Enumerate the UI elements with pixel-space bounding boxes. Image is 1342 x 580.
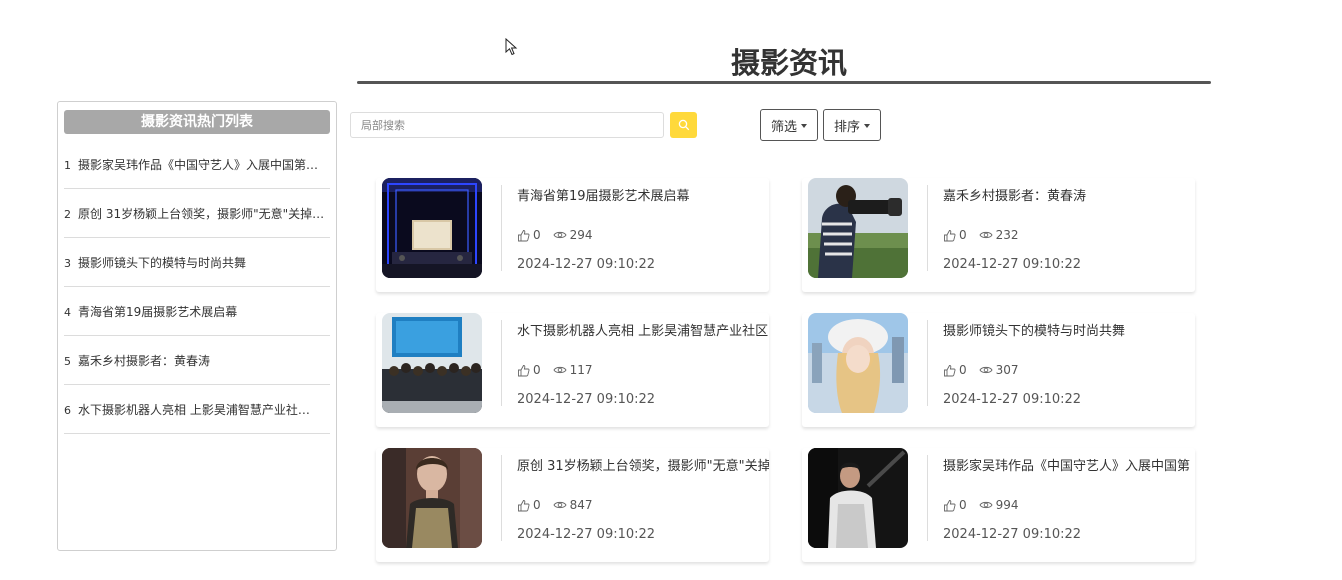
hot-list-rank: 4 (64, 306, 71, 319)
hot-list: 1 摄影家吴玮作品《中国守艺人》入展中国第… 2 原创 31岁杨颖上台领奖，摄影… (64, 140, 330, 434)
thumbs-up-icon (518, 364, 530, 376)
thumbs-up-icon (518, 229, 530, 241)
news-title[interactable]: 原创 31岁杨颖上台领奖，摄影师"无意"关掉 (517, 455, 769, 474)
view-count: 232 (995, 228, 1019, 242)
news-date: 2024-12-27 09:10:22 (517, 527, 656, 542)
card-divider (927, 320, 928, 406)
eye-icon (979, 501, 993, 509)
news-thumbnail[interactable] (382, 448, 482, 548)
view-count: 294 (569, 228, 593, 242)
hot-list-rank: 1 (64, 159, 71, 172)
hot-list-rank: 3 (64, 257, 71, 270)
hot-list-label: 摄影家吴玮作品《中国守艺人》入展中国第… (78, 157, 319, 172)
hot-list-sidebar: 摄影资讯热门列表 1 摄影家吴玮作品《中国守艺人》入展中国第… 2 原创 31岁… (57, 101, 337, 551)
news-thumbnail[interactable] (382, 313, 482, 413)
news-thumbnail[interactable] (382, 178, 482, 278)
view-count: 117 (569, 363, 593, 377)
sort-label: 排序 (833, 119, 860, 135)
like-count: 0 (959, 363, 967, 377)
news-title[interactable]: 青海省第19届摄影艺术展启幕 (517, 185, 769, 204)
thumbs-up-icon (944, 499, 956, 511)
news-date: 2024-12-27 09:10:22 (517, 392, 656, 407)
title-underline (357, 81, 1211, 84)
news-date: 2024-12-27 09:10:22 (943, 392, 1082, 407)
hot-list-item[interactable]: 4 青海省第19届摄影艺术展启幕 (64, 287, 330, 336)
hot-list-rank: 5 (64, 355, 71, 368)
view-count: 307 (995, 363, 1019, 377)
news-stats: 0 117 (517, 363, 593, 377)
news-card[interactable]: 水下摄影机器人亮相 上影昊浦智慧产业社区 0 117 2024-12-27 09… (376, 313, 769, 427)
news-date: 2024-12-27 09:10:22 (943, 527, 1082, 542)
hot-list-label: 摄影师镜头下的模特与时尚共舞 (78, 255, 247, 270)
news-card[interactable]: 原创 31岁杨颖上台领奖，摄影师"无意"关掉 0 847 2024-12-27 … (376, 448, 769, 562)
hot-list-rank: 6 (64, 404, 71, 417)
news-stats: 0 307 (943, 363, 1019, 377)
card-divider (927, 185, 928, 271)
news-thumbnail[interactable] (808, 448, 908, 548)
hot-list-item[interactable]: 5 嘉禾乡村摄影者：黄春涛 (64, 336, 330, 385)
news-title[interactable]: 摄影家吴玮作品《中国守艺人》入展中国第 (943, 455, 1195, 474)
news-card[interactable]: 嘉禾乡村摄影者：黄春涛 0 232 2024-12-27 09:10:22 (802, 178, 1195, 292)
page-title: 摄影资讯 (730, 46, 847, 80)
eye-icon (979, 231, 993, 239)
search-icon (678, 119, 689, 131)
news-stats: 0 294 (517, 228, 593, 242)
news-title[interactable]: 水下摄影机器人亮相 上影昊浦智慧产业社区 (517, 320, 769, 339)
thumbs-up-icon (518, 499, 530, 511)
filter-dropdown-button[interactable]: 筛选 (760, 109, 818, 141)
thumbs-up-icon (944, 229, 956, 241)
sidebar-header: 摄影资讯热门列表 (64, 110, 330, 134)
news-card[interactable]: 摄影师镜头下的模特与时尚共舞 0 307 2024-12-27 09:10:22 (802, 313, 1195, 427)
news-date: 2024-12-27 09:10:22 (943, 257, 1082, 272)
view-count: 847 (569, 498, 593, 512)
hot-list-rank: 2 (64, 208, 71, 221)
card-divider (501, 455, 502, 541)
eye-icon (553, 366, 567, 374)
card-divider (501, 185, 502, 271)
caret-down-icon (801, 123, 807, 128)
like-count: 0 (533, 228, 541, 242)
search-input[interactable] (350, 112, 664, 138)
search-button[interactable] (670, 112, 697, 138)
card-divider (927, 455, 928, 541)
hot-list-item[interactable]: 1 摄影家吴玮作品《中国守艺人》入展中国第… (64, 140, 330, 189)
view-count: 994 (995, 498, 1019, 512)
like-count: 0 (959, 228, 967, 242)
like-count: 0 (959, 498, 967, 512)
page: 摄影资讯 摄影资讯热门列表 1 摄影家吴玮作品《中国守艺人》入展中国第… 2 原… (0, 0, 1342, 580)
news-stats: 0 847 (517, 498, 593, 512)
caret-down-icon (864, 123, 870, 128)
eye-icon (979, 366, 993, 374)
sort-dropdown-button[interactable]: 排序 (823, 109, 881, 141)
hot-list-label: 青海省第19届摄影艺术展启幕 (78, 304, 238, 319)
eye-icon (553, 501, 567, 509)
thumbs-up-icon (944, 364, 956, 376)
filter-label: 筛选 (770, 119, 797, 135)
news-title[interactable]: 嘉禾乡村摄影者：黄春涛 (943, 185, 1195, 204)
hot-list-label: 水下摄影机器人亮相 上影昊浦智慧产业社… (78, 402, 310, 417)
like-count: 0 (533, 363, 541, 377)
news-thumbnail[interactable] (808, 178, 908, 278)
hot-list-item[interactable]: 6 水下摄影机器人亮相 上影昊浦智慧产业社… (64, 385, 330, 434)
hot-list-item[interactable]: 3 摄影师镜头下的模特与时尚共舞 (64, 238, 330, 287)
hot-list-label: 嘉禾乡村摄影者：黄春涛 (78, 353, 211, 368)
news-card[interactable]: 摄影家吴玮作品《中国守艺人》入展中国第 0 994 2024-12-27 09:… (802, 448, 1195, 562)
card-divider (501, 320, 502, 406)
news-thumbnail[interactable] (808, 313, 908, 413)
hot-list-label: 原创 31岁杨颖上台领奖，摄影师"无意"关掉… (78, 206, 325, 221)
like-count: 0 (533, 498, 541, 512)
news-date: 2024-12-27 09:10:22 (517, 257, 656, 272)
news-stats: 0 994 (943, 498, 1019, 512)
eye-icon (553, 231, 567, 239)
hot-list-item[interactable]: 2 原创 31岁杨颖上台领奖，摄影师"无意"关掉… (64, 189, 330, 238)
news-stats: 0 232 (943, 228, 1019, 242)
news-card[interactable]: 青海省第19届摄影艺术展启幕 0 294 2024-12-27 09:10:22 (376, 178, 769, 292)
news-title[interactable]: 摄影师镜头下的模特与时尚共舞 (943, 320, 1195, 339)
